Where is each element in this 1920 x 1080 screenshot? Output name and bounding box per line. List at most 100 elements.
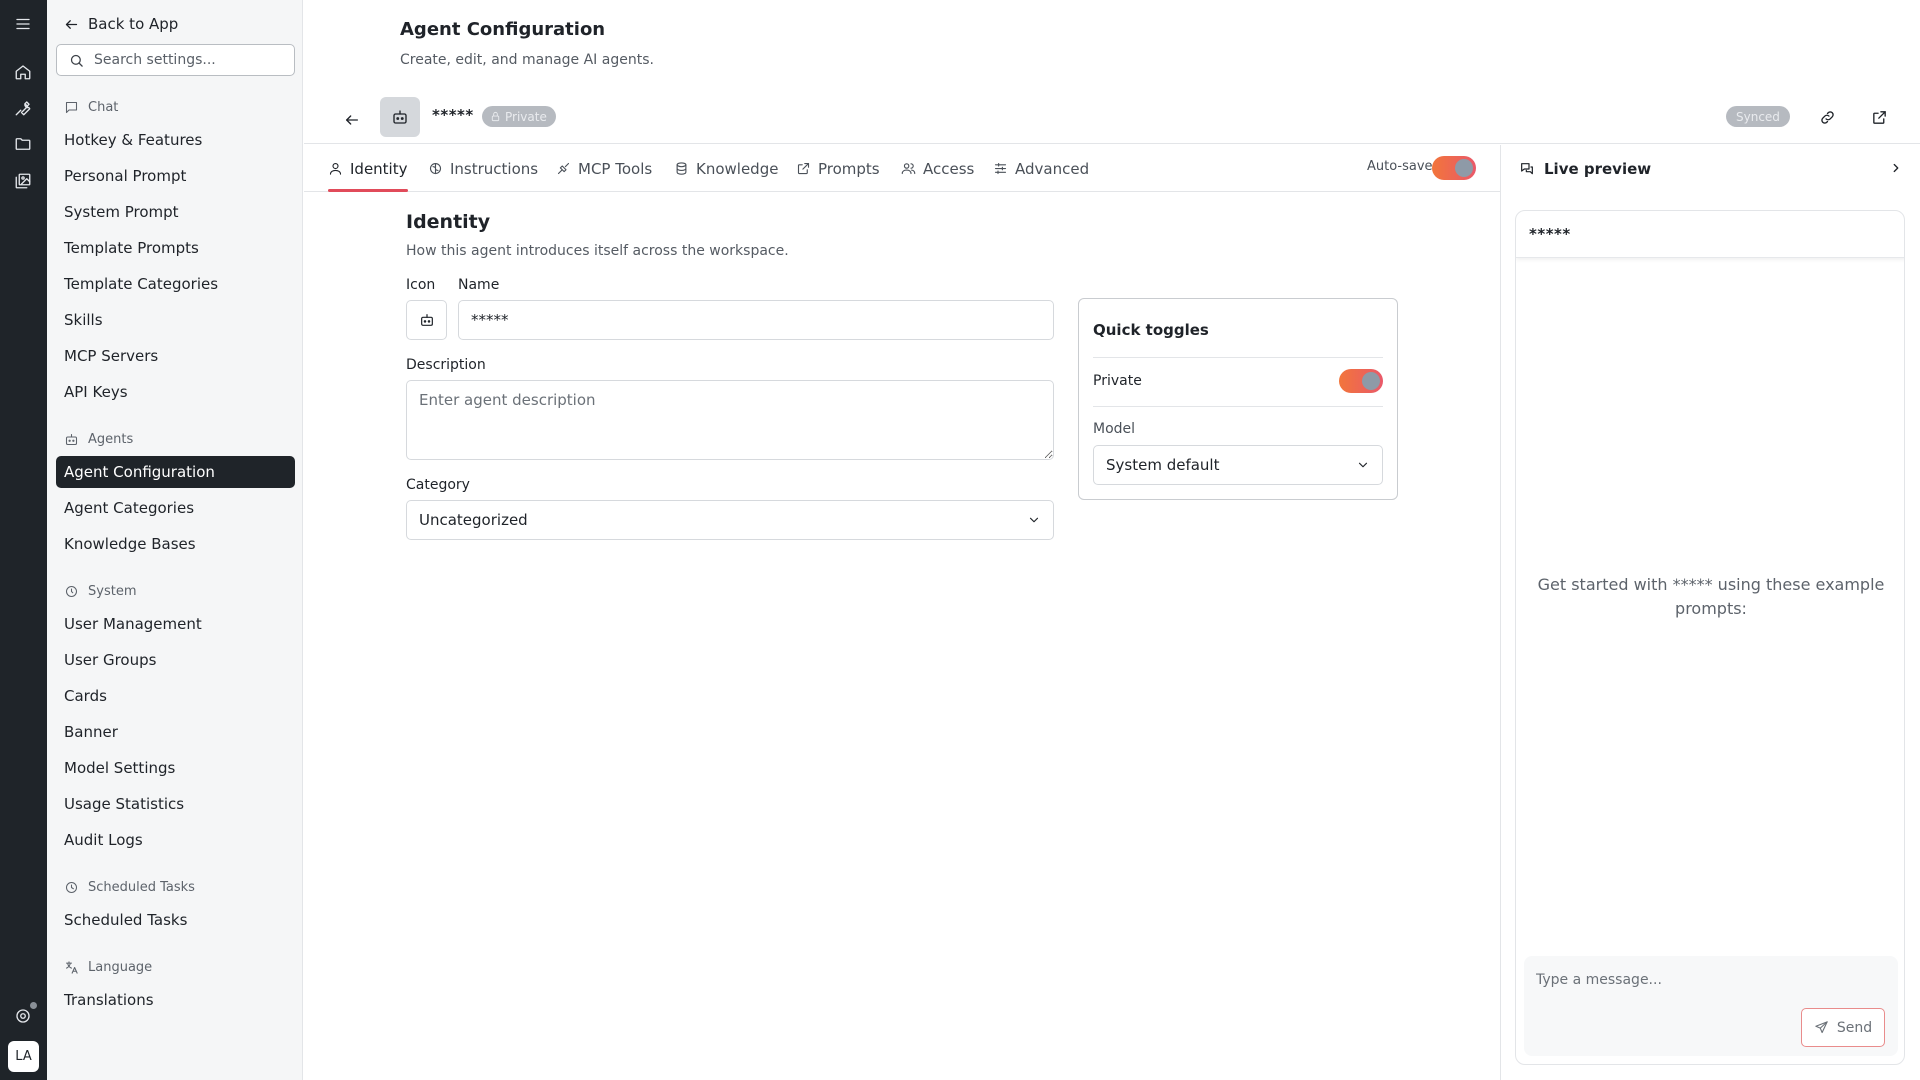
name-input[interactable] bbox=[458, 300, 1054, 340]
send-button[interactable]: Send bbox=[1801, 1008, 1885, 1047]
sidebar-item-banner[interactable]: Banner bbox=[56, 716, 295, 748]
tab-mcp-tools[interactable]: MCP Tools bbox=[556, 145, 652, 192]
quick-toggles-title: Quick toggles bbox=[1093, 321, 1209, 339]
autosave-toggle[interactable] bbox=[1432, 156, 1476, 180]
bot-icon bbox=[420, 314, 433, 326]
sidebar-item-scheduled-tasks[interactable]: Scheduled Tasks bbox=[56, 904, 295, 936]
chevron-right-icon bbox=[1893, 163, 1899, 173]
bot-icon bbox=[393, 110, 407, 124]
name-label: Name bbox=[458, 277, 500, 293]
status-dot bbox=[30, 1002, 37, 1009]
tab-knowledge[interactable]: Knowledge bbox=[674, 145, 778, 192]
preview-chat-header: ***** bbox=[1516, 211, 1904, 258]
gallery-icon[interactable] bbox=[11, 169, 35, 193]
tab-access[interactable]: Access bbox=[901, 145, 974, 192]
sidebar-item-template-categories[interactable]: Template Categories bbox=[56, 268, 295, 300]
autosave-label: Auto-save bbox=[1367, 159, 1433, 174]
sidebar-item-template-prompts[interactable]: Template Prompts bbox=[56, 232, 295, 264]
synced-badge: Synced bbox=[1726, 106, 1790, 127]
category-select[interactable]: Uncategorized bbox=[406, 500, 1054, 540]
message-square-icon bbox=[65, 101, 78, 113]
sidebar-item-knowledge-bases[interactable]: Knowledge Bases bbox=[56, 528, 295, 560]
sidebar-item-hotkey[interactable]: Hotkey & Features bbox=[56, 124, 295, 156]
model-label: Model bbox=[1093, 421, 1136, 437]
sidebar-item-user-groups[interactable]: User Groups bbox=[56, 644, 295, 676]
section-agents: Agents bbox=[64, 429, 133, 449]
message-input[interactable] bbox=[1536, 968, 1836, 992]
agent-header-bar: ***** Private Synced bbox=[304, 96, 1920, 144]
private-toggle[interactable] bbox=[1339, 369, 1383, 393]
preview-empty-state: Get started with ***** using these examp… bbox=[1537, 575, 1885, 618]
sidebar-item-usage-statistics[interactable]: Usage Statistics bbox=[56, 788, 295, 820]
sliders-icon bbox=[994, 162, 1007, 175]
sidebar-item-agent-configuration[interactable]: Agent Configuration bbox=[56, 456, 295, 488]
model-value: System default bbox=[1106, 456, 1220, 474]
chevron-down-icon bbox=[1358, 462, 1368, 468]
bot-icon bbox=[65, 433, 78, 445]
chat-bubbles-icon bbox=[1521, 162, 1533, 174]
sidebar-item-translations[interactable]: Translations bbox=[56, 984, 295, 1016]
model-select[interactable]: System default bbox=[1093, 445, 1383, 485]
sidebar-item-agent-categories[interactable]: Agent Categories bbox=[56, 492, 295, 524]
page-subtitle: Create, edit, and manage AI agents. bbox=[400, 52, 654, 68]
icon-label: Icon bbox=[406, 277, 436, 293]
clock-icon bbox=[65, 881, 78, 893]
toggle-knob bbox=[1362, 372, 1380, 390]
menu-icon[interactable] bbox=[11, 12, 35, 36]
search-input[interactable] bbox=[94, 52, 284, 68]
collapse-preview-button[interactable] bbox=[1885, 157, 1907, 179]
share-icon[interactable] bbox=[1867, 105, 1891, 129]
sidebar-item-system-prompt[interactable]: System Prompt bbox=[56, 196, 295, 228]
icon-rail: LA bbox=[0, 0, 47, 1080]
section-subtitle: How this agent introduces itself across … bbox=[406, 243, 789, 259]
settings-sidebar: Back to App Chat Hotkey & Features Perso… bbox=[47, 0, 303, 1080]
back-to-app-link[interactable]: Back to App bbox=[64, 12, 178, 36]
description-textarea[interactable] bbox=[406, 380, 1054, 460]
avatar[interactable]: LA bbox=[8, 1041, 39, 1072]
section-title: Identity bbox=[406, 211, 491, 233]
section-scheduled-tasks: Scheduled Tasks bbox=[64, 877, 195, 897]
plug-icon bbox=[557, 162, 570, 175]
page-title: Agent Configuration bbox=[400, 19, 606, 40]
chevron-down-icon bbox=[1029, 517, 1039, 523]
quick-toggles-card: Quick toggles Private Model System defau… bbox=[1078, 298, 1398, 500]
sidebar-item-mcp-servers[interactable]: MCP Servers bbox=[56, 340, 295, 372]
section-system: System bbox=[64, 581, 136, 601]
sidebar-item-user-management[interactable]: User Management bbox=[56, 608, 295, 640]
users-icon bbox=[901, 163, 916, 175]
sidebar-item-skills[interactable]: Skills bbox=[56, 304, 295, 336]
sidebar-item-audit-logs[interactable]: Audit Logs bbox=[56, 824, 295, 856]
database-icon bbox=[676, 162, 687, 175]
live-preview-header: Live preview bbox=[1519, 145, 1651, 192]
tab-bar: Identity Instructions MCP Tools Knowledg… bbox=[304, 145, 1500, 192]
active-tab-indicator bbox=[328, 189, 408, 192]
tab-identity[interactable]: Identity bbox=[328, 145, 408, 192]
preview-agent-name: ***** bbox=[1529, 225, 1571, 243]
tab-prompts[interactable]: Prompts bbox=[796, 145, 880, 192]
folder-icon[interactable] bbox=[11, 132, 35, 156]
tab-instructions[interactable]: Instructions bbox=[428, 145, 538, 192]
sidebar-item-personal-prompt[interactable]: Personal Prompt bbox=[56, 160, 295, 192]
category-value: Uncategorized bbox=[419, 511, 528, 529]
icon-picker[interactable] bbox=[406, 300, 447, 340]
section-chat: Chat bbox=[64, 97, 118, 117]
sidebar-item-api-keys[interactable]: API Keys bbox=[56, 376, 295, 408]
search-icon bbox=[70, 54, 83, 67]
tab-advanced[interactable]: Advanced bbox=[993, 145, 1089, 192]
wrench-icon[interactable] bbox=[11, 96, 35, 120]
link-icon[interactable] bbox=[1815, 105, 1839, 129]
main-content: Agent Configuration Create, edit, and ma… bbox=[304, 0, 1920, 1080]
arrow-left-icon bbox=[65, 19, 78, 29]
shield-icon bbox=[65, 585, 78, 597]
back-button[interactable] bbox=[340, 108, 364, 132]
home-icon[interactable] bbox=[11, 60, 35, 84]
sidebar-item-cards[interactable]: Cards bbox=[56, 680, 295, 712]
external-box-icon bbox=[797, 162, 810, 175]
settings-search[interactable] bbox=[56, 44, 295, 76]
divider bbox=[1093, 406, 1383, 407]
sidebar-item-model-settings[interactable]: Model Settings bbox=[56, 752, 295, 784]
brain-icon bbox=[429, 162, 442, 175]
agent-avatar[interactable] bbox=[380, 97, 420, 137]
private-badge: Private bbox=[482, 106, 556, 127]
user-icon bbox=[329, 162, 342, 175]
